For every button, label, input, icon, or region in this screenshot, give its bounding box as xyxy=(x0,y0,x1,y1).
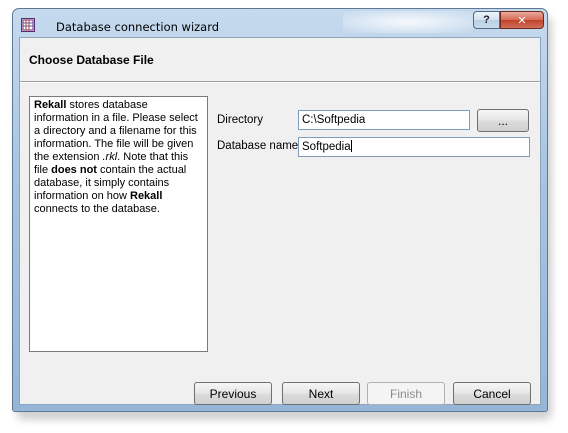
text-caret xyxy=(350,140,352,152)
close-button[interactable]: ✕ xyxy=(500,11,544,29)
directory-input[interactable]: C:\Softpedia xyxy=(298,110,470,130)
finish-button[interactable]: Finish xyxy=(367,382,445,405)
database-name-input[interactable]: Softpedia xyxy=(298,137,530,157)
window-title: Database connection wizard xyxy=(56,20,220,34)
help-button[interactable]: ? xyxy=(473,11,500,29)
info-does-not: does not xyxy=(51,164,97,176)
info-text-panel: Rekall stores database information in a … xyxy=(29,96,208,352)
page-heading: Choose Database File xyxy=(29,53,154,67)
next-button[interactable]: Next xyxy=(282,382,360,405)
browse-button[interactable]: ... xyxy=(477,109,529,132)
database-name-value: Softpedia xyxy=(302,141,351,153)
title-glass xyxy=(343,11,473,33)
info-app-name: Rekall xyxy=(34,99,67,111)
header-separator xyxy=(20,81,540,83)
previous-button[interactable]: Previous xyxy=(194,382,272,405)
close-icon: ✕ xyxy=(517,14,527,27)
cancel-button[interactable]: Cancel xyxy=(453,382,531,405)
info-app-name-2: Rekall xyxy=(130,190,163,202)
database-grid-icon[interactable] xyxy=(21,18,35,32)
directory-value: C:\Softpedia xyxy=(302,114,366,126)
database-name-label: Database name xyxy=(217,140,299,152)
info-text-4: connects to the database. xyxy=(34,203,160,215)
wizard-client-area: Choose Database File Rekall stores datab… xyxy=(19,37,541,405)
wizard-window: Database connection wizard ? ✕ Choose Da… xyxy=(12,8,548,412)
info-extension: .rkl xyxy=(102,151,118,163)
directory-label: Directory xyxy=(217,114,264,126)
title-bar[interactable]: Database connection wizard ? ✕ xyxy=(13,9,547,37)
